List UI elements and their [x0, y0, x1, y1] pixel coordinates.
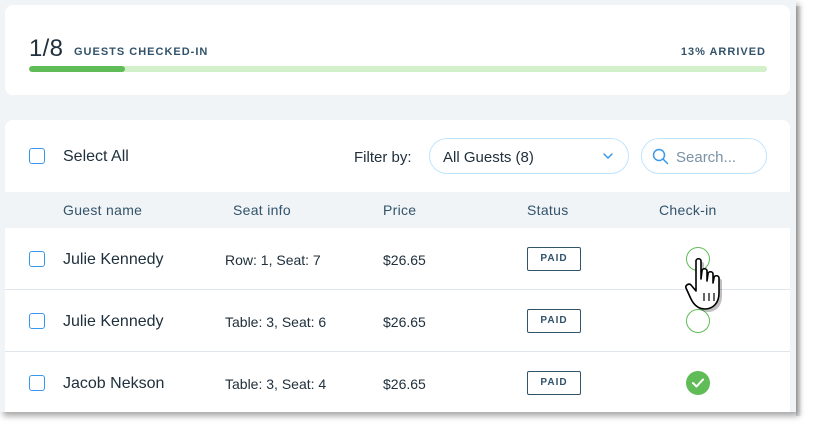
table-row[interactable]: Jacob Nekson Table: 3, Seat: 4 $26.65 PA…	[5, 352, 790, 412]
chevron-down-icon	[603, 153, 613, 159]
status-badge: PAID	[527, 247, 581, 271]
guest-name: Jacob Nekson	[63, 375, 165, 392]
row-checkbox[interactable]	[29, 313, 45, 329]
checkin-summary-card: 1/8 GUESTS CHECKED-IN 13% ARRIVED	[5, 5, 790, 95]
search-input[interactable]	[676, 147, 756, 167]
hand-pointer-cursor-icon	[685, 257, 722, 312]
row-checkbox[interactable]	[29, 375, 45, 391]
column-header-guest-name: Guest name	[63, 202, 143, 218]
frame-shadow	[796, 6, 802, 416]
guest-filter-dropdown[interactable]: All Guests (8)	[429, 138, 629, 174]
table-header: Guest name Seat info Price Status Check-…	[5, 192, 790, 228]
seat-info: Row: 1, Seat: 7	[225, 252, 321, 268]
search-icon	[652, 148, 669, 165]
ticket-price: $26.65	[383, 252, 426, 268]
guest-name: Julie Kennedy	[63, 251, 164, 268]
ticket-price: $26.65	[383, 314, 426, 330]
column-header-check-in: Check-in	[659, 202, 717, 218]
ticket-price: $26.65	[383, 376, 426, 392]
guest-table-card: Select All Filter by: All Guests (8) Gue…	[5, 120, 790, 412]
checked-in-label: GUESTS CHECKED-IN	[74, 46, 209, 58]
column-header-status: Status	[527, 202, 569, 218]
checked-in-count: 1/8	[29, 35, 64, 62]
select-all-checkbox[interactable]	[29, 148, 45, 164]
checkmark-icon	[692, 378, 704, 388]
table-row[interactable]: Julie Kennedy Table: 3, Seat: 6 $26.65 P…	[5, 290, 790, 352]
table-row[interactable]: Julie Kennedy Row: 1, Seat: 7 $26.65 PAI…	[5, 228, 790, 290]
arrived-percentage: 13% ARRIVED	[680, 46, 766, 58]
status-badge: PAID	[527, 309, 581, 333]
checkin-progress-bar	[29, 66, 767, 72]
checkin-progress-fill	[29, 66, 125, 72]
guest-list-panel: 1/8 GUESTS CHECKED-IN 13% ARRIVED Select…	[0, 0, 796, 412]
seat-info: Table: 3, Seat: 4	[225, 376, 327, 392]
status-badge: PAID	[527, 371, 581, 395]
check-in-toggle[interactable]	[686, 371, 710, 395]
column-header-seat-info: Seat info	[233, 202, 291, 218]
filter-label: Filter by:	[354, 149, 412, 166]
guest-filter-value: All Guests (8)	[443, 149, 534, 166]
select-all-label[interactable]: Select All	[63, 148, 129, 166]
search-box[interactable]	[641, 138, 767, 174]
row-checkbox[interactable]	[29, 251, 45, 267]
column-header-price: Price	[383, 202, 417, 218]
table-toolbar: Select All Filter by: All Guests (8)	[5, 120, 790, 192]
seat-info: Table: 3, Seat: 6	[225, 314, 327, 330]
guest-name: Julie Kennedy	[63, 313, 164, 330]
